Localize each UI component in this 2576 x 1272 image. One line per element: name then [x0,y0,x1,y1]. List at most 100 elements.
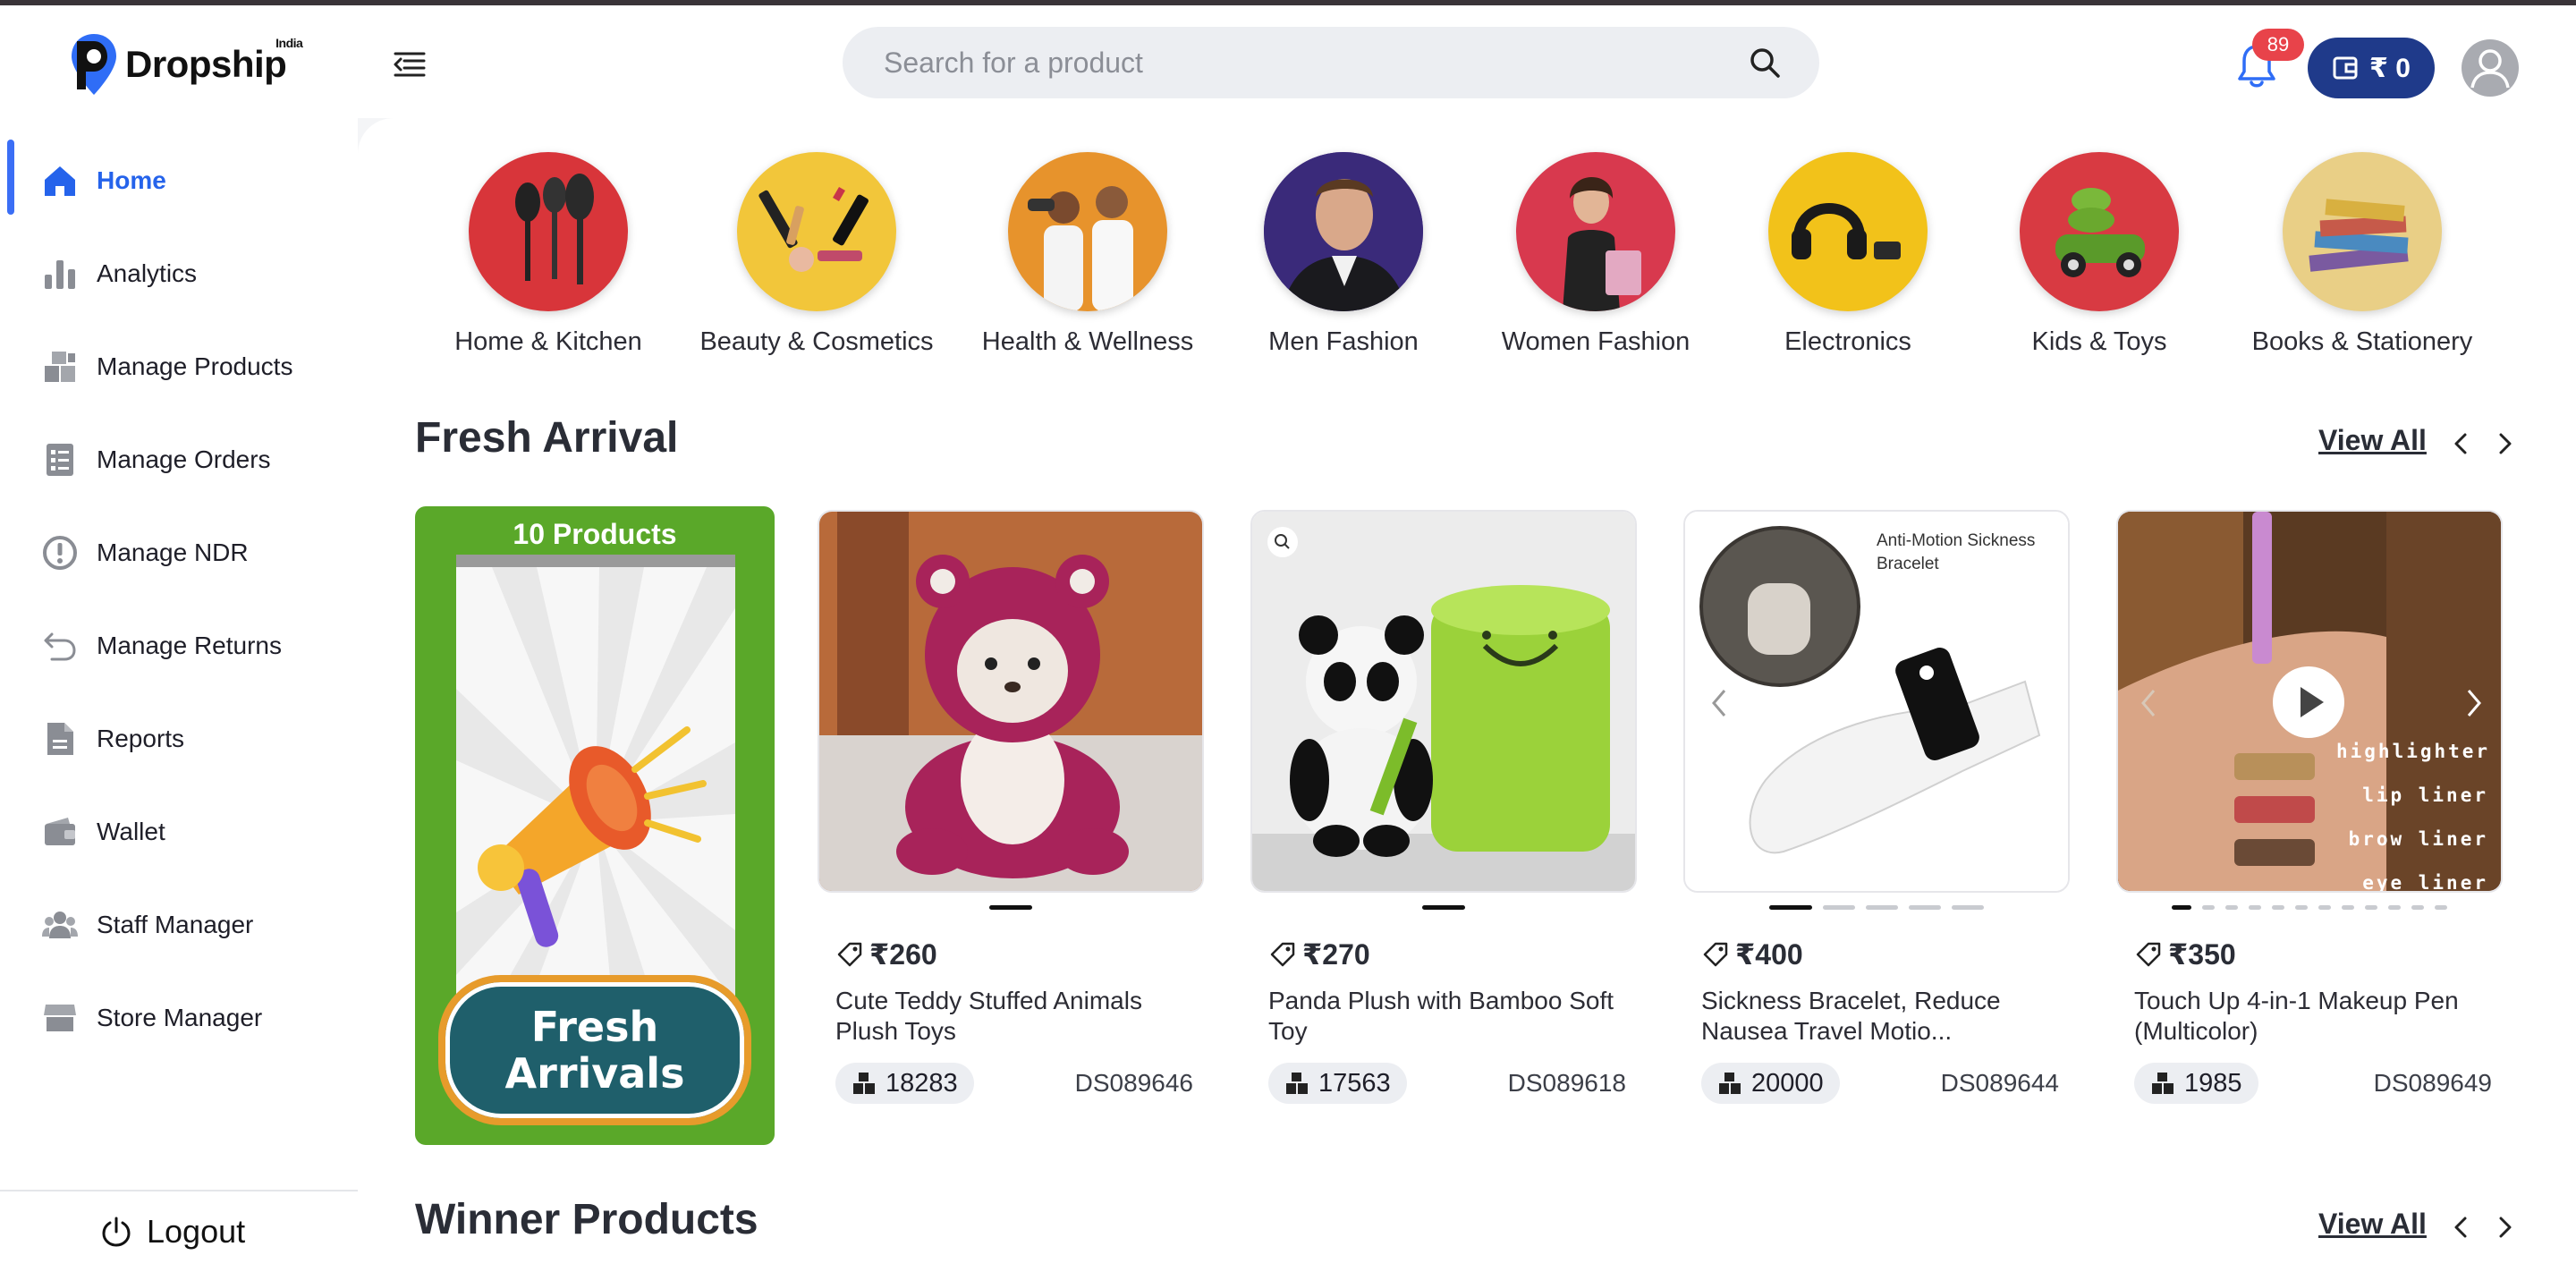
top-header: Dropship India 89 ₹ 0 [0,5,2576,118]
logo-mark-icon [72,34,116,95]
sidebar-item-staff-manager[interactable]: Staff Manager [0,882,358,968]
fresh-arrivals-badge: Fresh Arrivals [438,975,751,1125]
sidebar-divider [0,1190,358,1191]
category-health-wellness[interactable]: Health & Wellness [980,152,1195,357]
stock-badge: 17563 [1268,1063,1407,1104]
category-home-kitchen[interactable]: Home & Kitchen [441,152,656,357]
alert-circle-icon [41,534,79,572]
chevron-left-icon[interactable] [2445,428,2478,460]
sidebar-item-manage-returns[interactable]: Manage Returns [0,603,358,689]
sidebar-item-reports[interactable]: Reports [0,696,358,782]
product-name[interactable]: Touch Up 4-in-1 Makeup Pen (Multicolor) [2134,986,2492,1048]
menu-collapse-icon[interactable] [390,45,429,84]
product-image [818,510,1204,893]
fresh-arrivals-promo-card[interactable]: 10 Products Fresh Arrivals [415,506,775,1145]
wallet-icon [41,813,79,851]
home-icon [41,162,79,199]
category-women-fashion[interactable]: Women Fashion [1488,152,1703,357]
price-tag-icon [837,942,862,967]
carousel-dots [1683,905,2070,923]
stock-badge: 18283 [835,1063,974,1104]
product-sku: DS089646 [1074,1069,1193,1097]
product-image: highlighter lip liner brow liner eye lin… [2116,510,2503,893]
category-beauty-cosmetics[interactable]: Beauty & Cosmetics [699,152,934,357]
sidebar-item-home[interactable]: Home [0,138,358,224]
fresh-arrival-view-all-link[interactable]: View All [2318,424,2427,457]
boxes-icon [853,1073,875,1094]
wallet-balance-button[interactable]: ₹ 0 [2308,38,2435,98]
price-tag-icon [2136,942,2161,967]
power-icon [102,1217,131,1247]
sidebar-item-analytics[interactable]: Analytics [0,231,358,317]
product-card[interactable]: ₹260 Cute Teddy Stuffed Animals Plush To… [818,510,1204,1104]
products-icon [41,348,79,386]
logout-button[interactable]: Logout [100,1213,245,1251]
product-name[interactable]: Cute Teddy Stuffed Animals Plush Toys [835,986,1193,1048]
product-card[interactable]: Anti-Motion Sickness Bracelet ₹400 Sickn… [1683,510,2070,1104]
wallet-icon [2333,56,2358,80]
product-image [1250,510,1637,893]
carousel-dots [818,905,1204,923]
app-name-sub: India [275,36,303,50]
user-icon [2470,49,2510,89]
category-electronics[interactable]: Electronics [1741,152,1955,357]
app-logo[interactable]: Dropship India [70,32,303,97]
product-meta: 18283 DS089646 [835,1063,1193,1104]
section-title-winner-products: Winner Products [415,1196,758,1243]
search-icon[interactable] [1746,44,1784,81]
sidebar-item-manage-products[interactable]: Manage Products [0,324,358,410]
price-tag-icon [1703,942,1728,967]
product-card[interactable]: highlighter lip liner brow liner eye lin… [2116,510,2503,1104]
carousel-dots [1250,905,1637,923]
analytics-icon [41,255,79,293]
category-books-stationery[interactable]: Books & Stationery [2252,152,2472,357]
chevron-right-icon[interactable] [2488,1211,2521,1243]
category-image [1008,152,1167,311]
search-bar [843,27,1819,98]
product-price: ₹350 [2134,937,2503,971]
category-image [1264,152,1423,311]
category-image [1516,152,1675,311]
stock-badge: 1985 [2134,1063,2258,1104]
product-sku: DS089618 [1507,1069,1626,1097]
product-name[interactable]: Sickness Bracelet, Reduce Nausea Travel … [1701,986,2059,1048]
sidebar: Home Analytics Manage Products Manage Or… [0,118,358,1272]
wallet-balance-value: ₹ 0 [2369,53,2411,83]
report-icon [41,720,79,758]
orders-icon [41,441,79,479]
carousel-dots [2116,905,2503,923]
chevron-right-icon[interactable] [2488,428,2521,460]
product-image-caption: Anti-Motion Sickness Bracelet [1877,531,2036,573]
sidebar-item-manage-orders[interactable]: Manage Orders [0,417,358,503]
product-name[interactable]: Panda Plush with Bamboo Soft Toy [1268,986,1626,1048]
product-sku: DS089644 [1940,1069,2059,1097]
play-icon[interactable] [2272,666,2345,739]
image-next-icon[interactable] [2463,685,2485,721]
sidebar-item-store-manager[interactable]: Store Manager [0,975,358,1061]
boxes-icon [2152,1073,2174,1094]
winner-products-view-all-link[interactable]: View All [2318,1208,2427,1241]
product-card[interactable]: ₹270 Panda Plush with Bamboo Soft Toy 17… [1250,510,1637,1104]
product-image-overlay-text: highlighter lip liner brow liner eye lin… [2336,741,2491,893]
sidebar-item-manage-ndr[interactable]: Manage NDR [0,510,358,596]
sidebar-item-wallet[interactable]: Wallet [0,789,358,875]
category-image [737,152,896,311]
price-tag-icon [1270,942,1295,967]
image-prev-icon[interactable] [2138,685,2159,721]
image-prev-icon[interactable] [1708,685,1730,721]
category-men-fashion[interactable]: Men Fashion [1236,152,1451,357]
notification-count-badge: 89 [2252,29,2304,61]
zoom-icon[interactable] [1267,526,1299,558]
main-content: Home & Kitchen Beauty & Cosmetics Health… [358,118,2576,1272]
user-avatar[interactable] [2462,39,2519,97]
category-image [469,152,628,311]
category-image [1768,152,1928,311]
product-image: Anti-Motion Sickness Bracelet [1683,510,2070,893]
chevron-left-icon[interactable] [2445,1211,2478,1243]
category-image [2283,152,2442,311]
category-kids-toys[interactable]: Kids & Toys [1992,152,2207,357]
search-input[interactable] [884,46,1746,80]
product-meta: 1985 DS089649 [2134,1063,2492,1104]
category-image [2020,152,2179,311]
store-icon [41,999,79,1037]
